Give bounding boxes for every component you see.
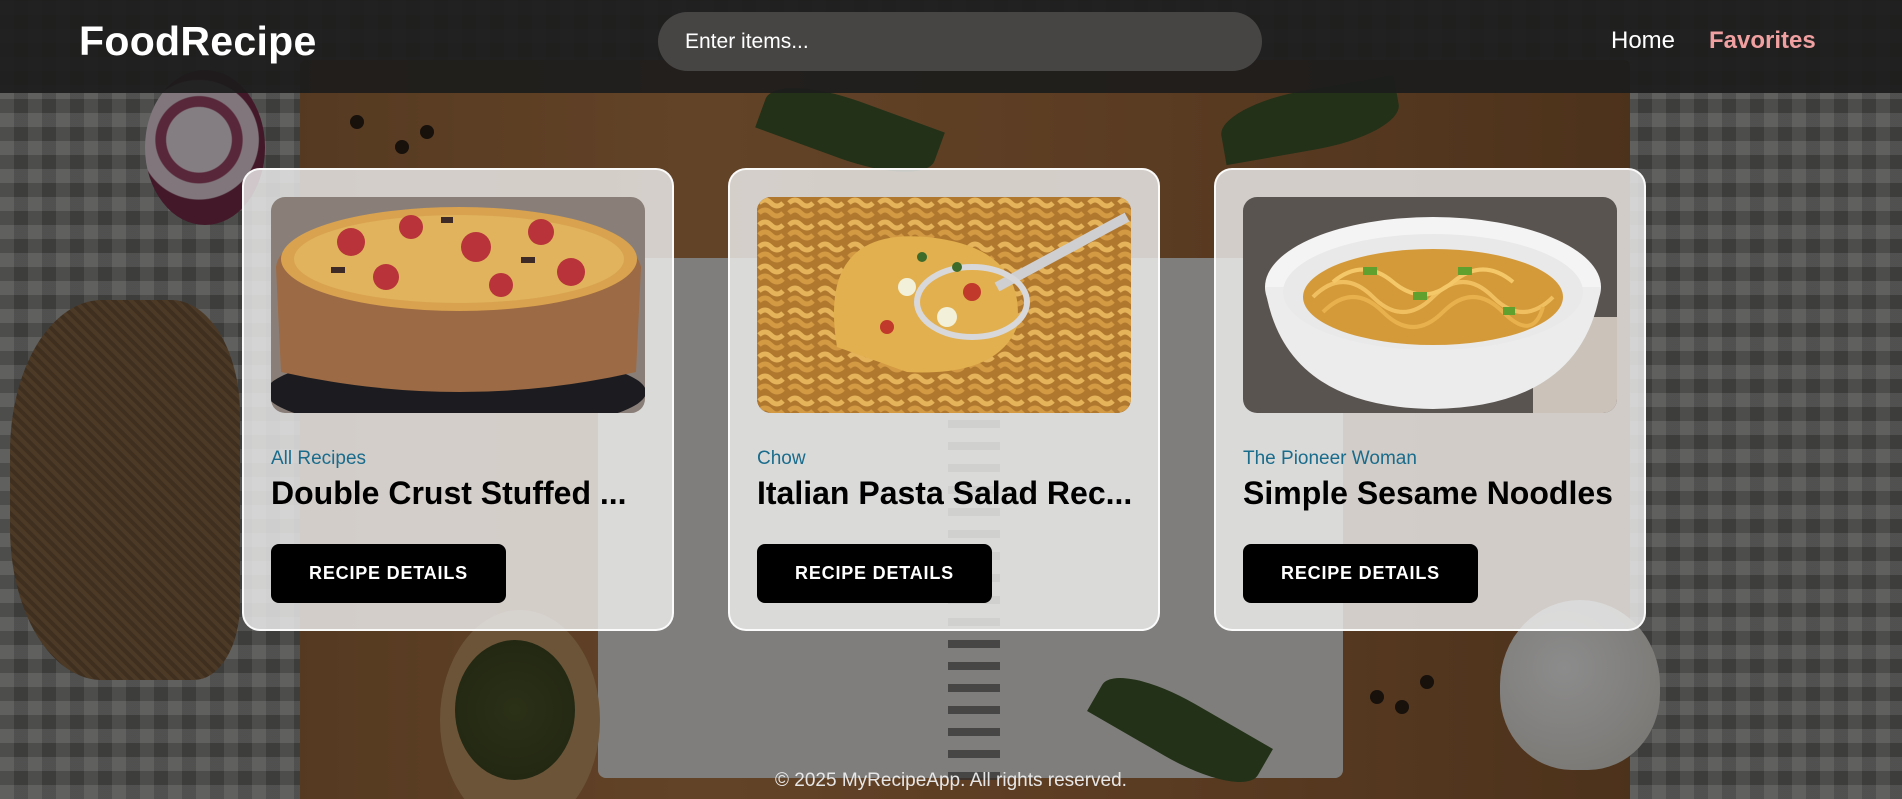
recipe-title: Italian Pasta Salad Rec... [757,475,1133,511]
recipe-card: The Pioneer Woman Simple Sesame Noodles … [1214,168,1646,631]
recipe-source: Chow [757,448,806,469]
pasta-salad-image [757,197,1131,413]
recipe-image-stuffed-pizza[interactable] [271,197,645,413]
recipe-title: Double Crust Stuffed ... [271,475,627,511]
stuffed-pizza-image [271,197,645,413]
recipe-details-button[interactable]: RECIPE DETAILS [757,544,992,603]
recipe-title: Simple Sesame Noodles [1243,475,1613,511]
recipe-card: All Recipes Double Crust Stuffed ... REC… [242,168,674,631]
page-footer: © 2025 MyRecipeApp. All rights reserved. [775,770,1127,791]
recipe-grid: All Recipes Double Crust Stuffed ... REC… [0,0,1902,799]
recipe-details-button[interactable]: RECIPE DETAILS [1243,544,1478,603]
recipe-source: All Recipes [271,448,367,469]
recipe-source: The Pioneer Woman [1243,448,1417,469]
recipe-image-sesame-noodles[interactable] [1243,197,1617,413]
sesame-noodles-image [1243,197,1617,413]
recipe-details-button[interactable]: RECIPE DETAILS [271,544,506,603]
recipe-card: Chow Italian Pasta Salad Rec... RECIPE D… [728,168,1160,631]
recipe-image-pasta-salad[interactable] [757,197,1131,413]
